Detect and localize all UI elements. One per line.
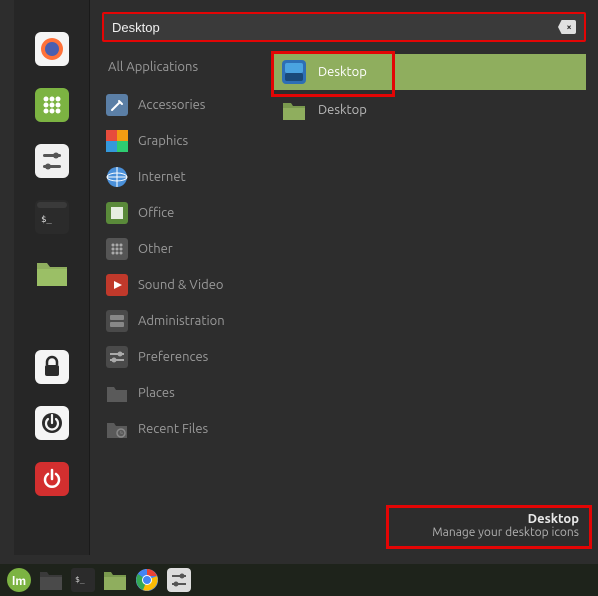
category-label: Recent Files: [138, 422, 208, 436]
item-description-highlight: Desktop Manage your desktop icons: [386, 505, 592, 549]
software-manager-icon: [35, 88, 69, 122]
category-internet[interactable]: Internet: [102, 160, 272, 194]
results-list: Desktop Desktop: [272, 54, 586, 547]
graphics-icon: [106, 130, 128, 152]
search-field-highlight: ×: [102, 12, 586, 42]
favorite-lock[interactable]: [33, 348, 71, 386]
menu-main: × All Applications Accessories Graphics …: [90, 0, 598, 555]
item-title: Desktop: [393, 512, 579, 526]
menu-columns: All Applications Accessories Graphics In…: [102, 54, 586, 547]
category-label: Other: [138, 242, 173, 256]
category-administration[interactable]: Administration: [102, 304, 272, 338]
settings-icon: [35, 144, 69, 178]
category-sound-video[interactable]: Sound & Video: [102, 268, 272, 302]
chrome-icon: [135, 568, 159, 592]
category-label: All Applications: [108, 60, 198, 74]
clear-search-button[interactable]: ×: [558, 20, 576, 34]
folder-green-icon: [103, 569, 127, 591]
category-label: Sound & Video: [138, 278, 224, 292]
desktop-app-icon: [282, 60, 306, 84]
administration-icon: [106, 310, 128, 332]
category-accessories[interactable]: Accessories: [102, 88, 272, 122]
lock-icon: [35, 350, 69, 384]
category-label: Office: [138, 206, 174, 220]
taskbar-files[interactable]: [36, 566, 66, 594]
search-input[interactable]: [112, 20, 558, 35]
office-icon: [106, 202, 128, 224]
category-label: Accessories: [138, 98, 205, 112]
desktop-folder-icon: [282, 98, 306, 122]
category-list: All Applications Accessories Graphics In…: [102, 54, 272, 547]
favorite-settings[interactable]: [33, 142, 71, 180]
other-icon: [106, 238, 128, 260]
preferences-icon: [106, 346, 128, 368]
category-office[interactable]: Office: [102, 196, 272, 230]
favorite-files[interactable]: [33, 254, 71, 292]
firefox-icon: [35, 32, 69, 66]
category-label: Administration: [138, 314, 225, 328]
recent-files-icon: [106, 418, 128, 440]
logout-icon: [35, 406, 69, 440]
taskbar-chrome[interactable]: [132, 566, 162, 594]
taskbar-terminal[interactable]: $_: [68, 566, 98, 594]
category-recent-files[interactable]: Recent Files: [102, 412, 272, 446]
category-label: Internet: [138, 170, 186, 184]
result-desktop-app[interactable]: Desktop: [274, 54, 586, 90]
result-label: Desktop: [318, 65, 367, 79]
category-places[interactable]: Places: [102, 376, 272, 410]
svg-text:lm: lm: [12, 574, 26, 588]
favorite-power[interactable]: [33, 460, 71, 498]
svg-text:$_: $_: [41, 215, 52, 225]
category-label: Preferences: [138, 350, 208, 364]
favorites-sidebar: $_: [14, 0, 90, 555]
accessories-icon: [106, 94, 128, 116]
category-preferences[interactable]: Preferences: [102, 340, 272, 374]
settings-small-icon: [167, 568, 191, 592]
folder-icon: [39, 569, 63, 591]
taskbar: lm $_: [0, 564, 598, 596]
favorite-terminal[interactable]: $_: [33, 198, 71, 236]
sound-video-icon: [106, 274, 128, 296]
category-other[interactable]: Other: [102, 232, 272, 266]
power-icon: [35, 462, 69, 496]
taskbar-files-green[interactable]: [100, 566, 130, 594]
result-label: Desktop: [318, 103, 367, 117]
taskbar-settings[interactable]: [164, 566, 194, 594]
result-desktop-folder[interactable]: Desktop: [274, 92, 586, 128]
svg-text:$_: $_: [75, 575, 85, 584]
application-menu: $_ × All Applications: [14, 0, 598, 555]
internet-icon: [106, 166, 128, 188]
terminal-icon: $_: [35, 200, 69, 234]
places-icon: [106, 382, 128, 404]
taskbar-menu-button[interactable]: lm: [4, 566, 34, 594]
category-graphics[interactable]: Graphics: [102, 124, 272, 158]
mint-menu-icon: lm: [6, 567, 32, 593]
terminal-icon: $_: [71, 568, 95, 592]
favorite-firefox[interactable]: [33, 30, 71, 68]
item-description: Manage your desktop icons: [393, 526, 579, 539]
favorite-logout[interactable]: [33, 404, 71, 442]
category-all-applications[interactable]: All Applications: [102, 54, 272, 80]
files-icon: [35, 258, 69, 288]
favorite-software[interactable]: [33, 86, 71, 124]
category-label: Graphics: [138, 134, 188, 148]
category-label: Places: [138, 386, 175, 400]
